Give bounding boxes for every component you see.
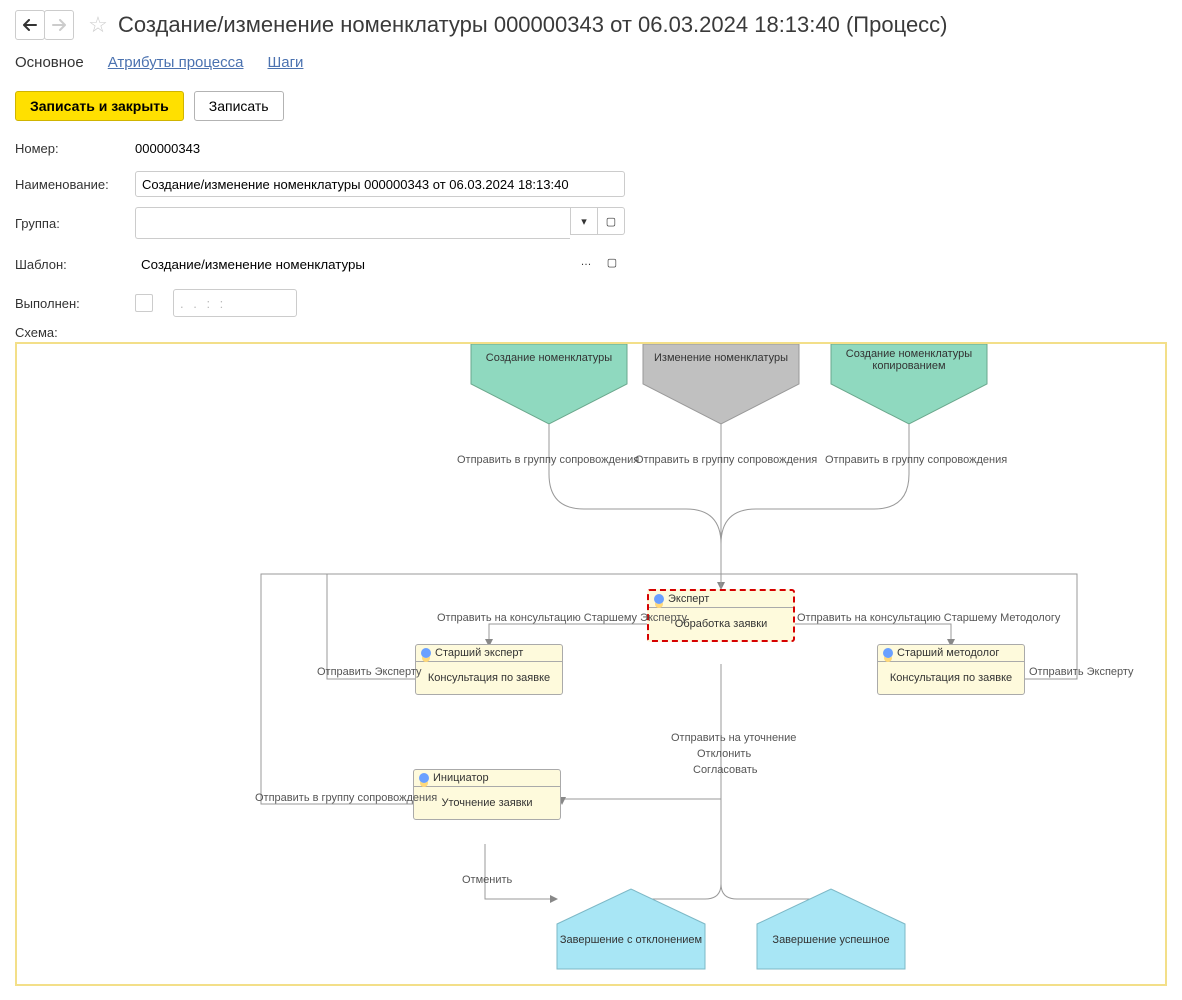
arrow-right-icon [52,19,66,31]
edge-initiator-support: Отправить в группу сопровождения [255,792,437,804]
tab-steps[interactable]: Шаги [268,54,304,71]
tab-attrs[interactable]: Атрибуты процесса [108,54,244,71]
group-open-button[interactable]: ▢ [598,207,625,235]
save-button[interactable]: Записать [194,91,284,121]
done-date-field[interactable]: . . : : [173,289,297,317]
start-create-label: Создание номенклатуры [471,352,627,364]
favorite-button[interactable]: ☆ [84,11,112,39]
group-label: Группа: [15,216,135,231]
task-senior-expert-title: Консультация по заявке [416,662,562,694]
edge-reject: Отклонить [697,748,751,760]
tab-main[interactable]: Основное [15,54,84,71]
group-field[interactable] [135,207,570,239]
task-expert-role: Эксперт [668,593,709,605]
start-change-label: Изменение номенклатуры [643,352,799,364]
edge-refine: Отправить на уточнение [671,732,796,744]
start-copy-label: Создание номенклатуры копированием [831,348,987,372]
open-icon: ▢ [607,256,617,269]
name-label: Наименование: [15,177,135,192]
end-ok-node[interactable] [757,889,905,969]
ellipsis-icon: … [581,256,592,268]
number-label: Номер: [15,141,135,156]
edge-to-senior-expert: Отправить на консультацию Старшему Экспе… [437,612,687,624]
done-label: Выполнен: [15,296,135,311]
end-fail-label: Завершение с отклонением [557,934,705,946]
open-icon: ▢ [606,215,616,228]
person-icon [883,648,893,658]
save-close-button[interactable]: Записать и закрыть [15,91,184,121]
task-senior-met-role: Старший методолог [897,647,999,659]
template-field[interactable] [135,249,573,279]
edge-approve: Согласовать [693,764,757,776]
task-senior-met-title: Консультация по заявке [878,662,1024,694]
template-label: Шаблон: [15,257,135,272]
end-ok-label: Завершение успешное [757,934,905,946]
end-fail-node[interactable] [557,889,705,969]
arrow-left-icon [23,19,37,31]
template-ellipsis-button[interactable]: … [573,249,599,275]
scheme-canvas[interactable]: Создание номенклатуры Изменение номенкла… [15,342,1167,986]
edge-to-senior-met: Отправить на консультацию Старшему Метод… [797,612,1060,624]
nav-back-button[interactable] [15,10,45,40]
edge-support-3: Отправить в группу сопровождения [825,454,1007,466]
edge-support-1: Отправить в группу сопровождения [457,454,639,466]
person-icon [654,594,664,604]
edge-to-expert-right: Отправить Эксперту [1029,666,1134,678]
nav-forward-button[interactable] [44,10,74,40]
task-senior-methodologist[interactable]: Старший методолог Консультация по заявке [877,644,1025,695]
task-senior-expert-role: Старший эксперт [435,647,523,659]
task-senior-expert[interactable]: Старший эксперт Консультация по заявке [415,644,563,695]
task-initiator-role: Инициатор [433,772,489,784]
chevron-down-icon: ▾ [581,215,587,228]
edge-to-expert-left: Отправить Эксперту [317,666,422,678]
name-field[interactable] [135,171,625,197]
done-checkbox[interactable] [135,294,153,312]
group-dropdown-button[interactable]: ▾ [570,207,598,235]
star-icon: ☆ [88,12,108,38]
person-icon [419,773,429,783]
template-open-button[interactable]: ▢ [599,249,625,275]
number-field[interactable] [135,135,265,161]
page-title: Создание/изменение номенклатуры 00000034… [118,12,948,38]
edge-support-2: Отправить в группу сопровождения [635,454,817,466]
schema-label: Схема: [15,325,1167,340]
edge-cancel: Отменить [462,874,512,886]
person-icon [421,648,431,658]
